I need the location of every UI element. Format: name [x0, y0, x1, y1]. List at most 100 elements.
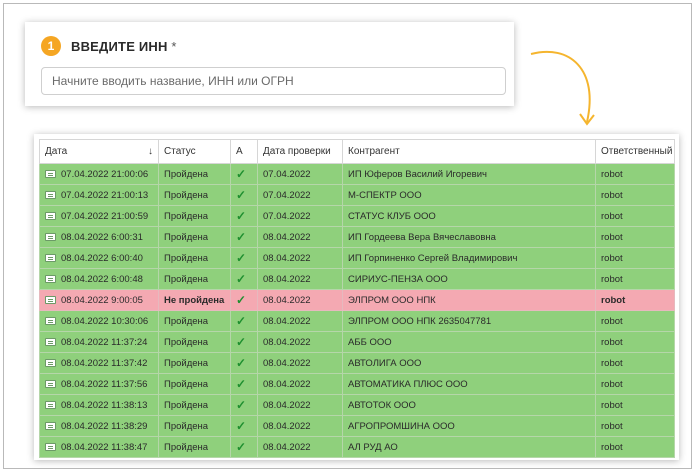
document-icon[interactable]	[45, 337, 56, 346]
responsible-cell: robot	[595, 268, 675, 290]
inn-search-input[interactable]	[41, 67, 506, 95]
status-cell-text: Пройдена	[164, 357, 209, 369]
responsible-cell: robot	[595, 289, 675, 311]
column-header-counterparty[interactable]: Контрагент	[342, 139, 596, 164]
document-icon[interactable]	[45, 274, 56, 283]
counterparty-cell: М-СПЕКТР ООО	[342, 184, 596, 206]
counterparty-cell: АГРОПРОМШИНА ООО	[342, 415, 596, 437]
date-cell: 08.04.2022 11:37:56	[39, 373, 159, 395]
date-cell: 08.04.2022 11:38:29	[39, 415, 159, 437]
a-cell: ✓	[230, 394, 258, 416]
document-icon[interactable]	[45, 316, 56, 325]
responsible-cell: robot	[595, 415, 675, 437]
counterparty-cell-text: АВТОЛИГА ООО	[348, 357, 422, 369]
table-row[interactable]: 08.04.2022 11:38:13 Пройдена ✓ 08.04.2022 АВ…	[39, 394, 675, 416]
checkmark-icon: ✓	[236, 272, 247, 286]
table-row[interactable]: 08.04.2022 10:30:06 Пройдена ✓ 08.04.2022 ЭЛ…	[39, 310, 675, 332]
column-header-responsible[interactable]: Ответственный	[595, 139, 675, 164]
table-row[interactable]: 08.04.2022 6:00:40 Пройдена ✓ 08.04.2022 ИП …	[39, 247, 675, 269]
table-row[interactable]: 08.04.2022 11:37:56 Пройдена ✓ 08.04.2022 АВ…	[39, 373, 675, 395]
table-row[interactable]: 08.04.2022 11:37:24 Пройдена ✓ 08.04.2022 АБ…	[39, 331, 675, 353]
check-date-cell: 07.04.2022	[257, 184, 343, 206]
status-cell: Пройдена	[158, 436, 231, 458]
check-date-cell-text: 08.04.2022	[263, 420, 311, 432]
date-cell: 07.04.2022 21:00:06	[39, 163, 159, 185]
column-header-check-date[interactable]: Дата проверки	[257, 139, 343, 164]
table-row[interactable]: 08.04.2022 6:00:48 Пройдена ✓ 08.04.2022 СИР…	[39, 268, 675, 290]
responsible-cell: robot	[595, 352, 675, 374]
counterparty-cell-text: АББ ООО	[348, 336, 392, 348]
document-icon[interactable]	[45, 421, 56, 430]
counterparty-cell-text: ИП Горпиненко Сергей Владимирович	[348, 252, 518, 264]
a-cell: ✓	[230, 331, 258, 353]
date-cell: 08.04.2022 11:38:47	[39, 436, 159, 458]
sort-down-icon[interactable]: ↓	[148, 146, 153, 157]
a-cell: ✓	[230, 352, 258, 374]
date-cell-text: 08.04.2022 6:00:48	[61, 273, 143, 285]
status-cell: Пройдена	[158, 331, 231, 353]
status-cell: Пройдена	[158, 205, 231, 227]
table-row-failed[interactable]: 08.04.2022 9:00:05 Не пройдена ✓ 08.04.2022…	[39, 289, 675, 311]
step-number-badge: 1	[41, 36, 61, 56]
responsible-cell: robot	[595, 394, 675, 416]
status-cell-text: Пройдена	[164, 441, 209, 453]
status-cell-text: Пройдена	[164, 378, 209, 390]
document-icon[interactable]	[45, 169, 56, 178]
document-icon[interactable]	[45, 211, 56, 220]
inn-search-card: 1 ВВЕДИТЕ ИНН *	[25, 22, 514, 106]
document-icon[interactable]	[45, 442, 56, 451]
date-cell: 08.04.2022 11:38:13	[39, 394, 159, 416]
document-icon[interactable]	[45, 379, 56, 388]
document-icon[interactable]	[45, 190, 56, 199]
date-cell-text: 08.04.2022 6:00:40	[61, 252, 143, 264]
document-icon[interactable]	[45, 253, 56, 262]
responsible-cell: robot	[595, 310, 675, 332]
counterparty-cell-text: АЛ РУД АО	[348, 441, 398, 453]
document-icon[interactable]	[45, 400, 56, 409]
check-date-cell: 08.04.2022	[257, 247, 343, 269]
a-cell: ✓	[230, 184, 258, 206]
a-cell: ✓	[230, 373, 258, 395]
table-row[interactable]: 07.04.2022 21:00:59 Пройдена ✓ 07.04.2022 СТ…	[39, 205, 675, 227]
checkmark-icon: ✓	[236, 167, 247, 181]
table-row[interactable]: 08.04.2022 11:37:42 Пройдена ✓ 08.04.2022 АВ…	[39, 352, 675, 374]
table-row[interactable]: 08.04.2022 11:38:29 Пройдена ✓ 08.04.2022 АГ…	[39, 415, 675, 437]
responsible-cell-text: robot	[601, 231, 623, 243]
responsible-cell-text: robot	[601, 315, 623, 327]
responsible-cell-text: robot	[601, 210, 623, 222]
status-cell: Пройдена	[158, 310, 231, 332]
check-date-cell-text: 07.04.2022	[263, 189, 311, 201]
table-row[interactable]: 07.04.2022 21:00:13 Пройдена ✓ 07.04.2022 М-…	[39, 184, 675, 206]
status-cell: Пройдена	[158, 184, 231, 206]
document-icon[interactable]	[45, 232, 56, 241]
counterparty-cell-text: ИП Гордеева Вера Вячеславовна	[348, 231, 496, 243]
document-icon[interactable]	[45, 295, 56, 304]
counterparty-cell: ИП Гордеева Вера Вячеславовна	[342, 226, 596, 248]
responsible-cell-text: robot	[601, 336, 623, 348]
column-header-date[interactable]: Дата ↓	[39, 139, 159, 164]
check-date-cell-text: 08.04.2022	[263, 273, 311, 285]
status-cell-text: Пройдена	[164, 252, 209, 264]
curved-arrow-icon	[530, 50, 595, 126]
check-date-cell: 08.04.2022	[257, 226, 343, 248]
counterparty-cell-text: АВТОМАТИКА ПЛЮС ООО	[348, 378, 468, 390]
table-row[interactable]: 07.04.2022 21:00:06 Пройдена ✓ 07.04.2022 ИП…	[39, 163, 675, 185]
inn-section-title: ВВЕДИТЕ ИНН *	[71, 39, 177, 54]
a-cell: ✓	[230, 247, 258, 269]
document-icon[interactable]	[45, 358, 56, 367]
status-cell: Пройдена	[158, 247, 231, 269]
counterparty-cell: АВТОЛИГА ООО	[342, 352, 596, 374]
column-header-status[interactable]: Статус	[158, 139, 231, 164]
check-date-cell: 08.04.2022	[257, 331, 343, 353]
column-header-a[interactable]: А	[230, 139, 258, 164]
table-row[interactable]: 08.04.2022 11:38:47 Пройдена ✓ 08.04.2022 АЛ…	[39, 436, 675, 458]
status-cell-text: Пройдена	[164, 399, 209, 411]
checks-table: Дата ↓ Статус А Дата проверки Контрагент…	[39, 139, 675, 458]
responsible-cell-text: robot	[601, 168, 623, 180]
a-cell: ✓	[230, 310, 258, 332]
required-mark: *	[171, 39, 177, 54]
responsible-cell: robot	[595, 436, 675, 458]
checkmark-icon: ✓	[236, 230, 247, 244]
check-date-cell: 08.04.2022	[257, 394, 343, 416]
table-row[interactable]: 08.04.2022 6:00:31 Пройдена ✓ 08.04.2022 ИП …	[39, 226, 675, 248]
